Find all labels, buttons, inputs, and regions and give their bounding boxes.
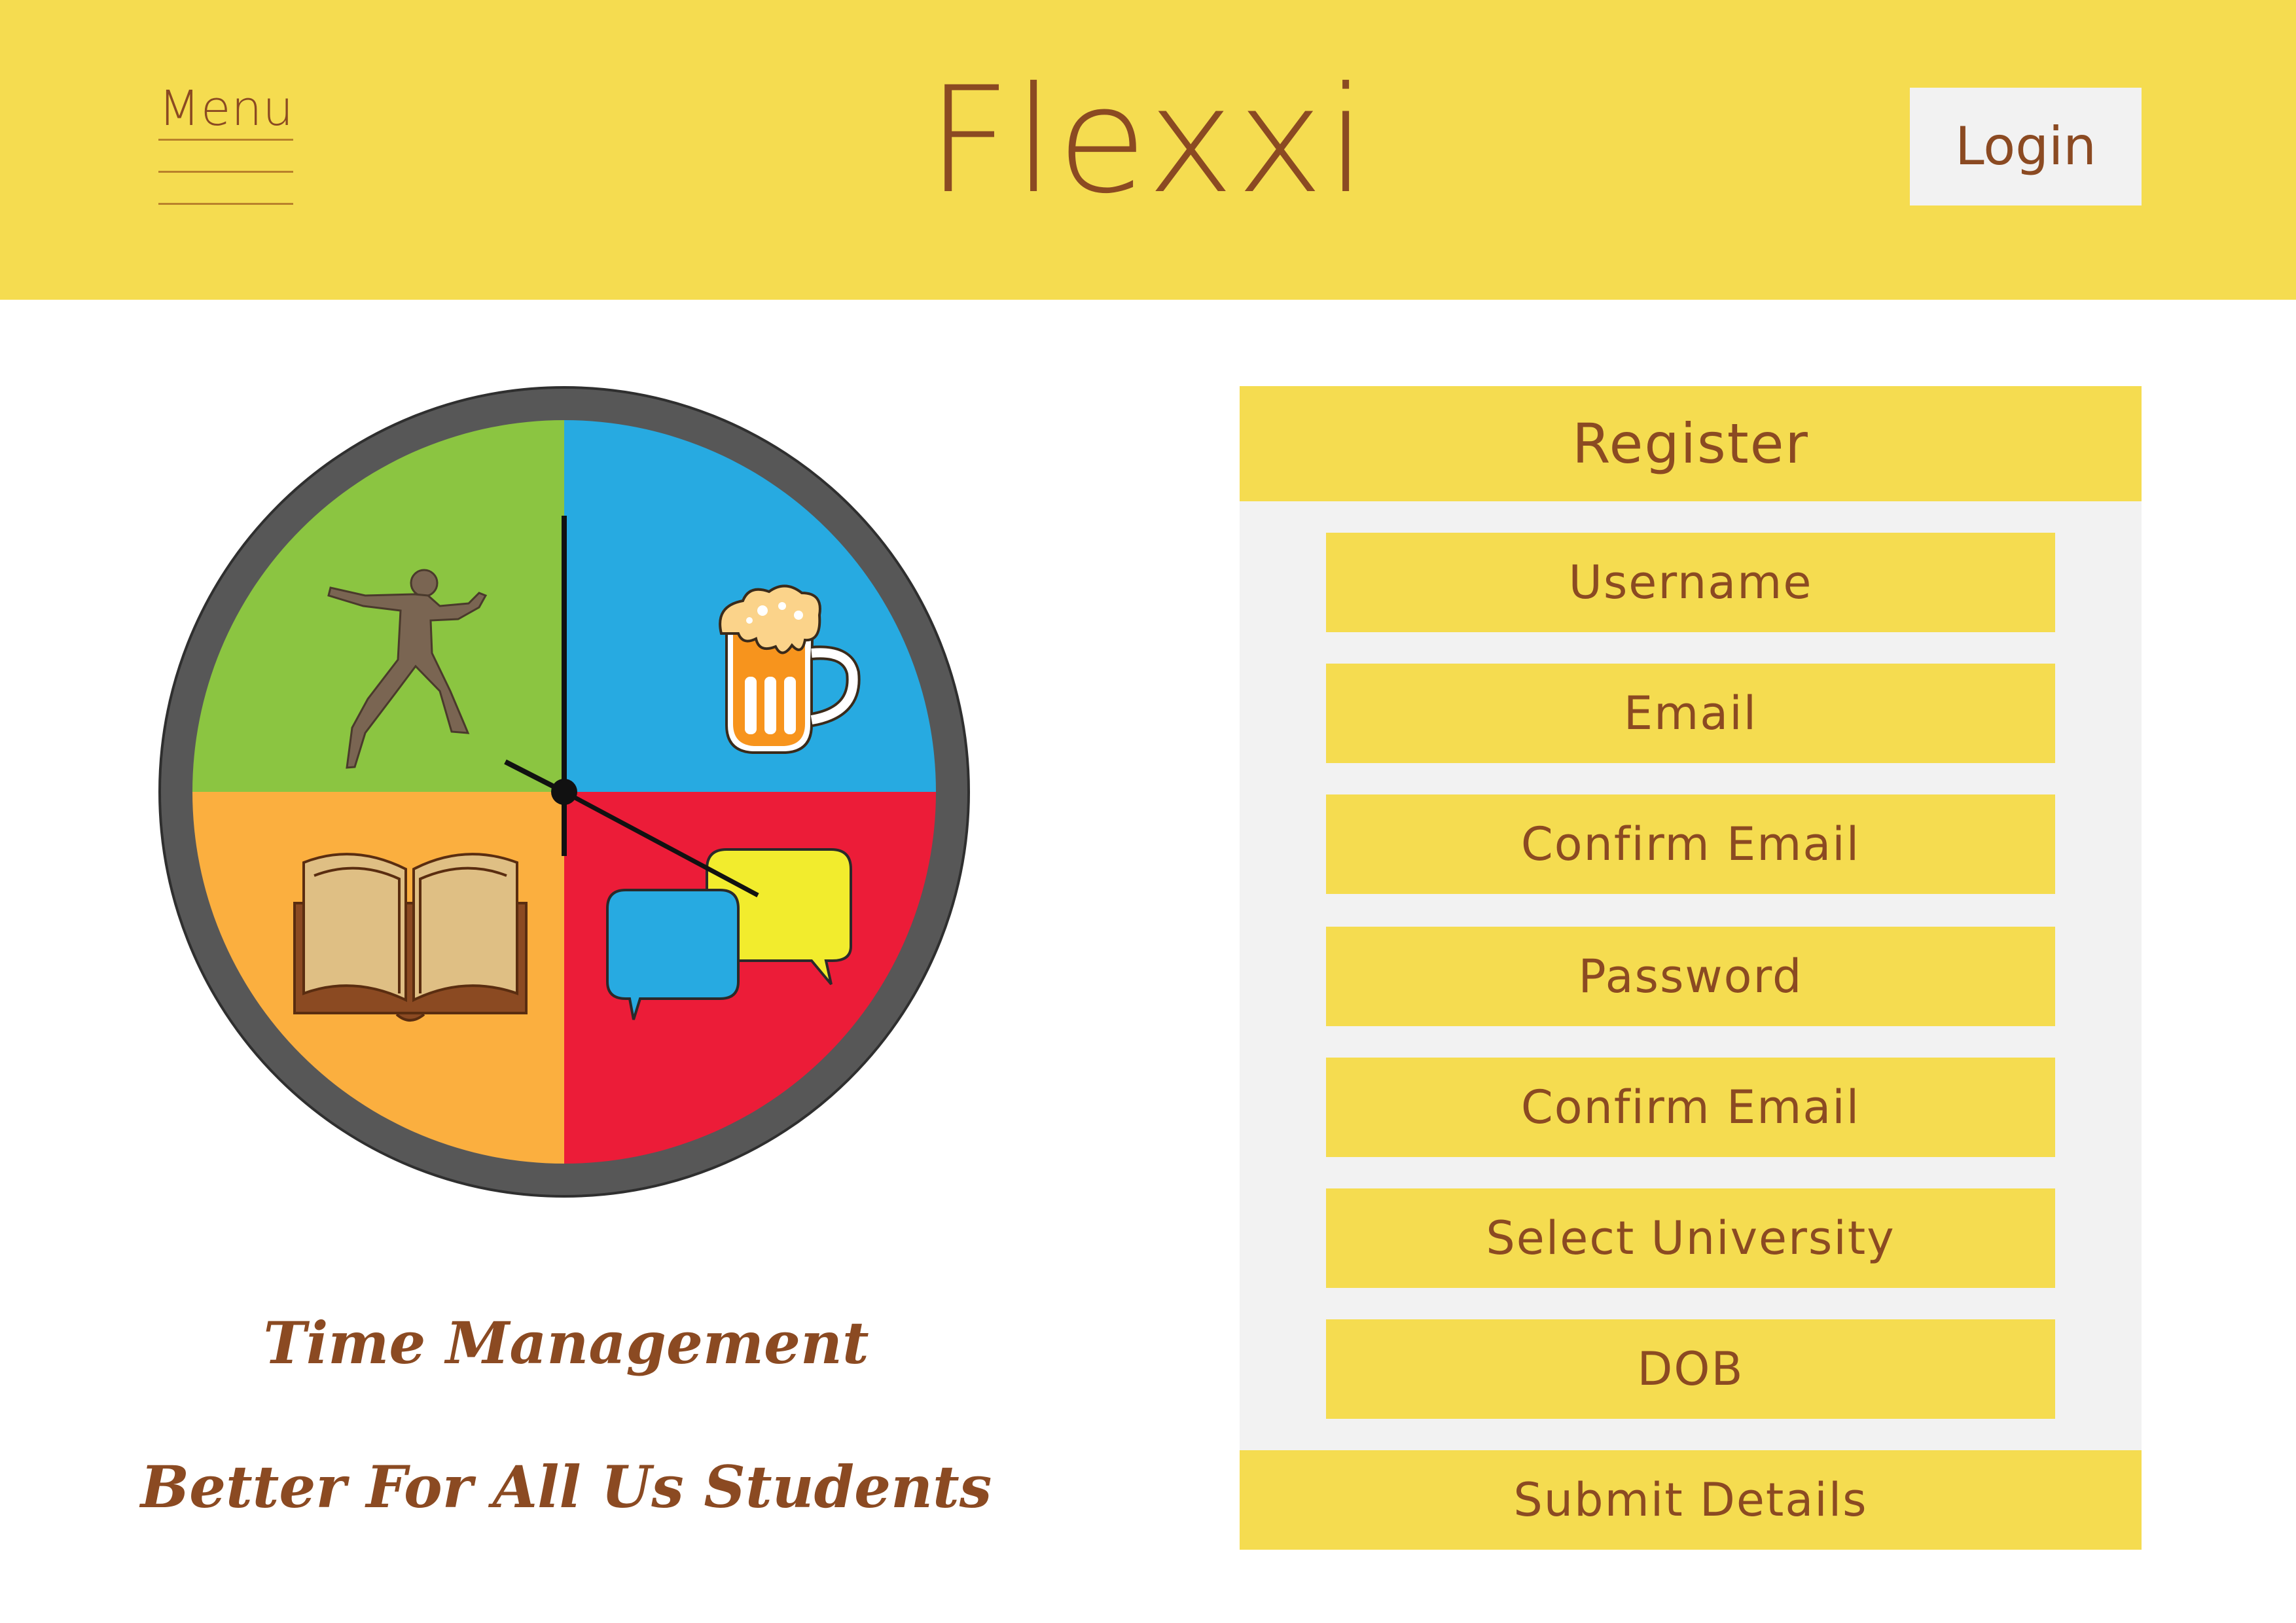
clock-illustration xyxy=(158,386,970,1198)
tagline-students: Better For All Us Students xyxy=(140,1453,992,1521)
email-field[interactable] xyxy=(1326,664,2055,763)
menu-label: Menu xyxy=(158,80,295,137)
register-panel: Register Submit Details xyxy=(1240,386,2142,1550)
menu-line-icon xyxy=(158,171,293,173)
menu-line-icon xyxy=(158,139,293,141)
confirm-email-field[interactable] xyxy=(1326,794,2055,894)
clock-pivot xyxy=(551,779,577,805)
register-title: Register xyxy=(1240,386,2142,501)
username-field[interactable] xyxy=(1326,533,2055,632)
menu-button[interactable]: Menu xyxy=(158,79,293,205)
tagline-time-management: Time Management xyxy=(263,1309,869,1377)
confirm-email-field-2[interactable] xyxy=(1326,1058,2055,1157)
university-select[interactable] xyxy=(1326,1188,2055,1288)
page: Menu Flexxi Login Time Management Better… xyxy=(0,0,2296,1623)
password-field[interactable] xyxy=(1326,927,2055,1026)
brand-title: Flexxi xyxy=(926,55,1370,226)
submit-details-button[interactable]: Submit Details xyxy=(1240,1450,2142,1550)
menu-line-icon xyxy=(158,203,293,205)
login-button[interactable]: Login xyxy=(1910,88,2142,205)
dob-field[interactable] xyxy=(1326,1319,2055,1419)
top-header: Menu Flexxi Login xyxy=(0,0,2296,300)
